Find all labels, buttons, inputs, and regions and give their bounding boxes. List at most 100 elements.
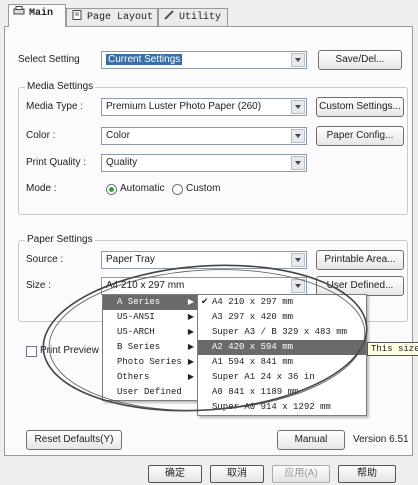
tab-page-layout[interactable]: Page Layout bbox=[66, 8, 158, 26]
menu-item-label: US-ANSI bbox=[117, 312, 155, 322]
tab-utility-label: Utility bbox=[179, 12, 222, 23]
source-value: Paper Tray bbox=[106, 254, 155, 265]
menu-item-label: B Series bbox=[117, 342, 161, 352]
print-preview-checkbox[interactable] bbox=[26, 346, 37, 357]
menu-item-label: Super A0 914 x 1292 mm bbox=[212, 402, 331, 412]
chevron-down-icon[interactable] bbox=[291, 100, 305, 114]
submenu-arrow-icon: ▶ bbox=[187, 313, 194, 322]
size-label: Size : bbox=[26, 280, 52, 291]
chevron-down-icon[interactable] bbox=[291, 156, 305, 170]
menu-item-a1[interactable]: A1 594 x 841 mm bbox=[198, 355, 366, 370]
mode-label: Mode : bbox=[26, 183, 57, 194]
menu-item-a4[interactable]: ✔ A4 210 x 297 mm bbox=[198, 295, 366, 310]
submenu-arrow-icon: ▶ bbox=[187, 343, 194, 352]
menu-item-a0[interactable]: A0 841 x 1189 mm bbox=[198, 385, 366, 400]
submenu-arrow-icon: ▶ bbox=[187, 298, 194, 307]
menu-item-a-series[interactable]: A Series ▶ bbox=[103, 295, 198, 310]
menu-item-user-defined[interactable]: User Defined bbox=[103, 385, 198, 400]
color-label-text: Color bbox=[26, 130, 50, 141]
color-combo[interactable]: Color bbox=[101, 127, 307, 145]
print-quality-combo[interactable]: Quality bbox=[101, 154, 307, 172]
apply-button[interactable]: 应用(A) bbox=[272, 465, 330, 483]
menu-item-label: User Defined bbox=[117, 387, 182, 397]
print-preview-label: Print Preview bbox=[40, 345, 99, 356]
media-type-label: Media Type : bbox=[26, 101, 84, 112]
cancel-button[interactable]: 取消 bbox=[210, 465, 264, 483]
media-settings-title: Media Settings bbox=[25, 81, 96, 93]
chevron-down-icon[interactable] bbox=[291, 279, 305, 293]
menu-item-label: Others bbox=[117, 372, 150, 382]
menu-item-super-a1[interactable]: Super A1 24 x 36 in bbox=[198, 370, 366, 385]
select-setting-label: Select Setting bbox=[18, 54, 80, 65]
checkmark-icon: ✔ bbox=[201, 297, 209, 307]
print-quality-label-text: Print Quality bbox=[26, 157, 81, 168]
menu-item-label: Super A1 24 x 36 in bbox=[212, 372, 315, 382]
menu-item-us-arch[interactable]: US-ARCH ▶ bbox=[103, 325, 198, 340]
submenu-arrow-icon: ▶ bbox=[187, 358, 194, 367]
source-label-text: Source bbox=[26, 254, 58, 265]
help-button[interactable]: 帮助 bbox=[338, 465, 396, 483]
menu-item-label: A1 594 x 841 mm bbox=[212, 357, 294, 367]
custom-settings-button[interactable]: Custom Settings... bbox=[316, 97, 404, 117]
menu-item-a3[interactable]: A3 297 x 420 mm bbox=[198, 310, 366, 325]
select-setting-value: Current Settings bbox=[106, 54, 183, 65]
print-quality-label: Print Quality : bbox=[26, 157, 87, 168]
size-label-text: Size bbox=[26, 280, 46, 291]
manual-button[interactable]: Manual bbox=[277, 430, 345, 450]
paper-settings-title: Paper Settings bbox=[25, 234, 95, 246]
menu-item-label: Photo Series bbox=[117, 357, 182, 367]
paper-config-button[interactable]: Paper Config... bbox=[316, 126, 404, 146]
reset-defaults-button[interactable]: Reset Defaults(Y) bbox=[26, 430, 122, 450]
ok-button[interactable]: 确定 bbox=[148, 465, 202, 483]
media-type-value: Premium Luster Photo Paper (260) bbox=[106, 101, 262, 112]
menu-item-label: A4 210 x 297 mm bbox=[212, 297, 294, 307]
size-category-menu: A Series ▶ US-ANSI ▶ US-ARCH ▶ B Series ▶ Ph… bbox=[102, 294, 199, 401]
menu-item-b-series[interactable]: B Series ▶ bbox=[103, 340, 198, 355]
menu-item-photo-series[interactable]: Photo Series ▶ bbox=[103, 355, 198, 370]
menu-item-label: Super A3 / B 329 x 483 mm bbox=[212, 327, 348, 337]
menu-item-label: A3 297 x 420 mm bbox=[212, 312, 294, 322]
tab-utility[interactable]: Utility bbox=[158, 8, 228, 26]
select-setting-combo[interactable]: Current Settings bbox=[101, 51, 307, 69]
page-icon bbox=[71, 10, 83, 20]
user-defined-button[interactable]: User Defined... bbox=[316, 276, 404, 296]
chevron-down-icon[interactable] bbox=[291, 129, 305, 143]
chevron-down-icon[interactable] bbox=[291, 253, 305, 267]
menu-item-others[interactable]: Others ▶ bbox=[103, 370, 198, 385]
menu-item-super-a3[interactable]: Super A3 / B 329 x 483 mm bbox=[198, 325, 366, 340]
menu-item-us-ansi[interactable]: US-ANSI ▶ bbox=[103, 310, 198, 325]
mode-label-text: Mode bbox=[26, 183, 52, 194]
mode-automatic-label: Automatic bbox=[120, 183, 165, 194]
tab-main[interactable]: Main bbox=[8, 4, 66, 27]
submenu-arrow-icon: ▶ bbox=[187, 328, 194, 337]
chevron-down-icon[interactable] bbox=[291, 53, 305, 67]
size-tooltip: This size bbox=[367, 342, 418, 356]
color-label: Color : bbox=[26, 130, 56, 141]
mode-custom-radio[interactable] bbox=[172, 184, 183, 195]
menu-item-label: A2 420 x 594 mm bbox=[212, 342, 294, 352]
a-series-submenu: ✔ A4 210 x 297 mm A3 297 x 420 mm Super A… bbox=[197, 294, 367, 416]
printable-area-button[interactable]: Printable Area... bbox=[316, 250, 404, 270]
mode-automatic-radio[interactable] bbox=[106, 184, 117, 195]
menu-item-label: A Series bbox=[117, 297, 161, 307]
menu-item-label: A0 841 x 1189 mm bbox=[212, 387, 299, 397]
version-label: Version 6.51 bbox=[353, 434, 409, 445]
menu-item-label: US-ARCH bbox=[117, 327, 155, 337]
save-del-button[interactable]: Save/Del... bbox=[318, 50, 402, 70]
tab-page-layout-label: Page Layout bbox=[87, 12, 154, 23]
pencil-icon bbox=[163, 10, 175, 20]
source-combo[interactable]: Paper Tray bbox=[101, 251, 307, 269]
menu-item-a2[interactable]: A2 420 x 594 mm bbox=[198, 340, 366, 355]
menu-item-super-a0[interactable]: Super A0 914 x 1292 mm bbox=[198, 400, 366, 415]
tab-main-label: Main bbox=[29, 8, 54, 19]
media-type-label-text: Media Type bbox=[26, 101, 78, 112]
media-type-combo[interactable]: Premium Luster Photo Paper (260) bbox=[101, 98, 307, 116]
source-label: Source : bbox=[26, 254, 64, 265]
size-combo[interactable]: A4 210 x 297 mm bbox=[101, 277, 307, 295]
size-value: A4 210 x 297 mm bbox=[106, 280, 185, 291]
color-value: Color bbox=[106, 130, 130, 141]
mode-custom-label: Custom bbox=[186, 183, 221, 194]
printer-icon bbox=[13, 6, 25, 16]
submenu-arrow-icon: ▶ bbox=[187, 373, 194, 382]
print-quality-value: Quality bbox=[106, 157, 138, 168]
